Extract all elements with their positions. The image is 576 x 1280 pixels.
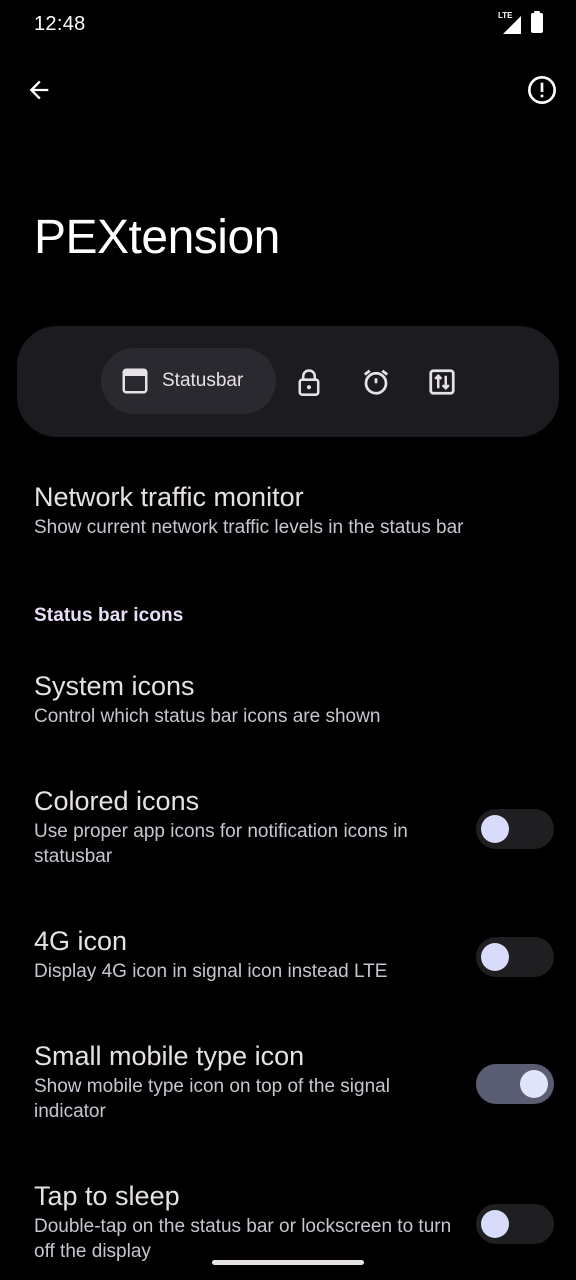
status-bar: 12:48 LTE (0, 0, 576, 50)
tab-alarm[interactable] (356, 362, 396, 402)
pref-colored-icons[interactable]: Colored icons Use proper app icons for n… (34, 784, 454, 869)
battery-icon (530, 10, 544, 39)
back-button[interactable] (17, 68, 61, 112)
info-button[interactable] (520, 68, 564, 112)
4g-icon-switch[interactable] (476, 937, 554, 977)
switch-knob (481, 943, 509, 971)
pref-title: Tap to sleep (34, 1181, 180, 1211)
signal-icon: LTE (498, 11, 522, 36)
tap-to-sleep-switch[interactable] (476, 1204, 554, 1244)
pref-summary: Show mobile type icon on top of the sign… (34, 1076, 390, 1122)
tab-statusbar[interactable]: Statusbar (101, 348, 276, 414)
info-icon (528, 76, 556, 104)
browser-window-icon (120, 366, 150, 396)
pref-title: Colored icons (34, 786, 200, 816)
tab-lockscreen[interactable] (289, 362, 329, 402)
pref-small-mobile-type-icon[interactable]: Small mobile type icon Show mobile type … (34, 1039, 454, 1124)
tab-statusbar-label: Statusbar (162, 370, 244, 391)
pref-summary: Use proper app icons for notification ic… (34, 821, 408, 867)
pref-title: System icons (34, 671, 195, 701)
pref-title: Small mobile type icon (34, 1041, 305, 1071)
switch-knob (481, 815, 509, 843)
switch-knob (481, 1210, 509, 1238)
pref-network-traffic-monitor[interactable]: Network traffic monitor Show current net… (34, 480, 534, 540)
switch-knob (520, 1070, 548, 1098)
section-header-status-bar-icons: Status bar icons (34, 605, 184, 626)
pref-summary: Display 4G icon in signal icon instead L… (34, 961, 388, 982)
pref-title: 4G icon (34, 926, 128, 956)
network-type-label: LTE (498, 11, 513, 20)
pref-title: Network traffic monitor (34, 482, 304, 512)
tab-data-traffic[interactable] (422, 362, 462, 402)
pref-system-icons[interactable]: System icons Control which status bar ic… (34, 669, 534, 729)
alarm-icon (363, 369, 389, 395)
pref-4g-icon[interactable]: 4G icon Display 4G icon in signal icon i… (34, 924, 454, 984)
gesture-navigation-handle[interactable] (212, 1260, 364, 1265)
status-icons: LTE (498, 10, 544, 39)
pref-summary: Double-tap on the status bar or lockscre… (34, 1216, 452, 1262)
page-title: PEXtension (34, 211, 280, 264)
arrow-back-icon (29, 80, 49, 100)
pref-tap-to-sleep[interactable]: Tap to sleep Double-tap on the status ba… (34, 1179, 454, 1264)
swap-vertical-icon (429, 369, 455, 395)
pref-summary: Control which status bar icons are shown (34, 706, 381, 727)
colored-icons-switch[interactable] (476, 809, 554, 849)
pref-summary: Show current network traffic levels in t… (34, 517, 464, 538)
status-time: 12:48 (34, 13, 86, 35)
small-mobile-type-icon-switch[interactable] (476, 1064, 554, 1104)
lock-icon (298, 369, 320, 396)
category-tab-bar: Statusbar (17, 326, 559, 437)
